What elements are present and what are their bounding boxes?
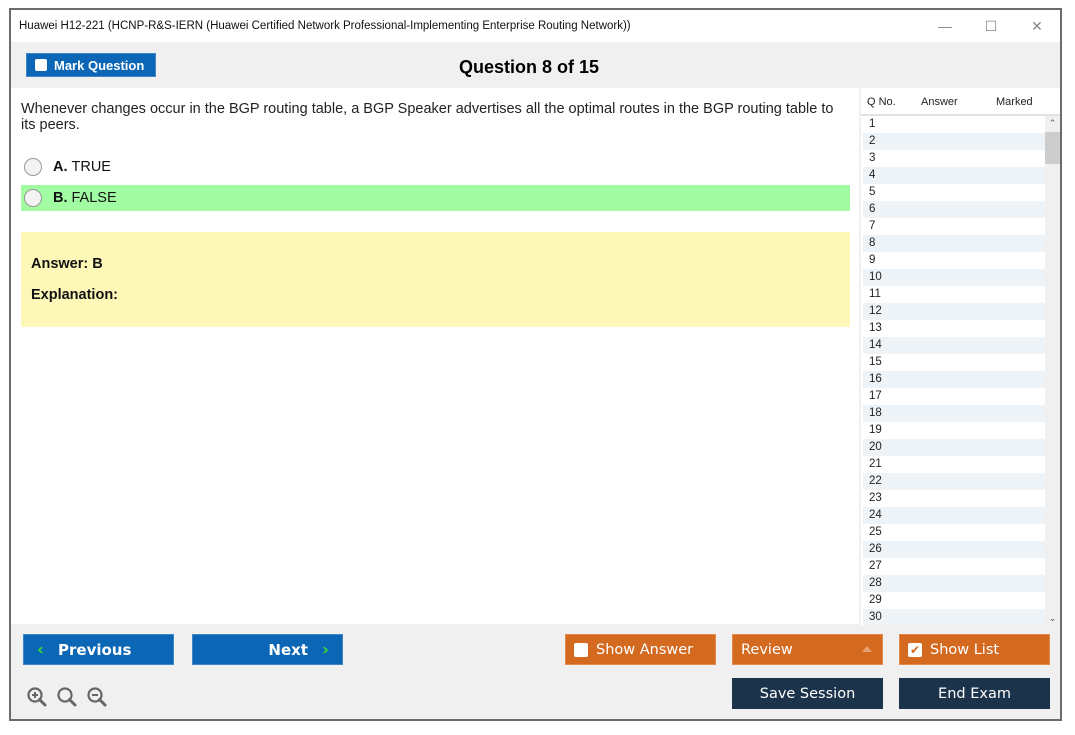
- option-letter: A.: [53, 159, 68, 175]
- explanation-label: Explanation:: [31, 287, 119, 303]
- caret-up-icon: [862, 646, 872, 652]
- show-answer-label: Show Answer: [596, 641, 694, 658]
- zoom-in-icon[interactable]: [26, 686, 48, 708]
- list-item[interactable]: 18: [863, 405, 1045, 422]
- list-item[interactable]: 16: [863, 371, 1045, 388]
- app-window: Huawei H12-221 (HCNP-R&S-IERN (Huawei Ce…: [9, 8, 1062, 721]
- list-item[interactable]: 2: [863, 133, 1045, 150]
- list-item[interactable]: 17: [863, 388, 1045, 405]
- list-item[interactable]: 28: [863, 575, 1045, 592]
- end-exam-button[interactable]: End Exam: [899, 678, 1050, 709]
- checkbox-icon: [35, 59, 47, 71]
- list-item[interactable]: 13: [863, 320, 1045, 337]
- mark-question-button[interactable]: Mark Question: [26, 53, 156, 77]
- question-list-panel: Q No. Answer Marked 1 2 3 4 5 6 7 8 9 10 11 12 13 14 1…: [861, 88, 1060, 626]
- list-item[interactable]: 5: [863, 184, 1045, 201]
- option-b[interactable]: B. FALSE: [21, 185, 850, 211]
- question-pane: Whenever changes occur in the BGP routin…: [11, 88, 859, 624]
- checkbox-icon[interactable]: [574, 642, 588, 657]
- answer-panel: Answer: B Explanation:: [21, 232, 850, 327]
- previous-button[interactable]: ‹ Previous: [23, 634, 174, 665]
- save-session-button[interactable]: Save Session: [732, 678, 883, 709]
- list-item[interactable]: 7: [863, 218, 1045, 235]
- question-counter: Question 8 of 15: [459, 57, 600, 77]
- show-answer-button[interactable]: Show Answer: [565, 634, 716, 665]
- option-text: TRUE: [71, 159, 111, 175]
- previous-label: Previous: [58, 640, 132, 659]
- next-button[interactable]: Next ›: [192, 634, 343, 665]
- list-item[interactable]: 25: [863, 524, 1045, 541]
- list-item[interactable]: 6: [863, 201, 1045, 218]
- answer-label: Answer: B: [31, 256, 103, 272]
- review-label: Review: [741, 641, 793, 658]
- list-item[interactable]: 20: [863, 439, 1045, 456]
- scrollbar-thumb[interactable]: [1045, 132, 1060, 164]
- list-item[interactable]: 11: [863, 286, 1045, 303]
- list-item[interactable]: 9: [863, 252, 1045, 269]
- question-text: Whenever changes occur in the BGP routin…: [21, 101, 834, 133]
- checkmark-icon[interactable]: ✔: [908, 642, 922, 657]
- list-item[interactable]: 12: [863, 303, 1045, 320]
- show-list-button[interactable]: ✔ Show List: [899, 634, 1050, 665]
- list-header: Q No. Answer Marked: [861, 88, 1060, 116]
- list-item[interactable]: 29: [863, 592, 1045, 609]
- chevron-right-icon: ›: [321, 639, 329, 660]
- next-label: Next: [268, 640, 308, 659]
- scroll-down-icon[interactable]: ⌄: [1045, 611, 1060, 626]
- header-qno[interactable]: Q No.: [867, 96, 896, 108]
- list-item[interactable]: 4: [863, 167, 1045, 184]
- minimize-button[interactable]: —: [922, 14, 968, 38]
- list-item[interactable]: 22: [863, 473, 1045, 490]
- list-item[interactable]: 23: [863, 490, 1045, 507]
- list-item[interactable]: 15: [863, 354, 1045, 371]
- radio-button[interactable]: [24, 158, 42, 176]
- header-marked[interactable]: Marked: [996, 96, 1033, 108]
- header-answer[interactable]: Answer: [921, 96, 958, 108]
- list-item[interactable]: 14: [863, 337, 1045, 354]
- toolbar: Mark Question Question 8 of 15: [11, 42, 1060, 88]
- title-bar: Huawei H12-221 (HCNP-R&S-IERN (Huawei Ce…: [11, 10, 1060, 42]
- review-dropdown[interactable]: Review: [732, 634, 883, 665]
- window-title: Huawei H12-221 (HCNP-R&S-IERN (Huawei Ce…: [19, 20, 631, 32]
- radio-button[interactable]: [24, 189, 42, 207]
- question-list: 1 2 3 4 5 6 7 8 9 10 11 12 13 14 15 16 17 18 19 20 21 22 23 24 2…: [863, 116, 1045, 626]
- list-item[interactable]: 1: [863, 116, 1045, 133]
- list-item[interactable]: 8: [863, 235, 1045, 252]
- maximize-button[interactable]: ☐: [968, 14, 1014, 38]
- zoom-reset-icon[interactable]: [56, 686, 78, 708]
- list-item[interactable]: 27: [863, 558, 1045, 575]
- option-text: FALSE: [71, 190, 117, 206]
- option-a[interactable]: A. TRUE: [21, 154, 850, 180]
- list-item[interactable]: 24: [863, 507, 1045, 524]
- show-list-label: Show List: [930, 641, 1000, 658]
- list-item[interactable]: 21: [863, 456, 1045, 473]
- list-item[interactable]: 10: [863, 269, 1045, 286]
- mark-question-label: Mark Question: [54, 57, 145, 73]
- scroll-up-icon[interactable]: ⌃: [1045, 116, 1060, 131]
- zoom-controls: [26, 686, 108, 708]
- list-item[interactable]: 30: [863, 609, 1045, 626]
- chevron-left-icon: ‹: [37, 639, 45, 660]
- list-item[interactable]: 26: [863, 541, 1045, 558]
- zoom-out-icon[interactable]: [86, 686, 108, 708]
- list-item[interactable]: 3: [863, 150, 1045, 167]
- scrollbar[interactable]: ⌃ ⌄: [1045, 116, 1060, 626]
- option-letter: B.: [53, 190, 68, 206]
- close-button[interactable]: ✕: [1014, 14, 1060, 38]
- list-item[interactable]: 19: [863, 422, 1045, 439]
